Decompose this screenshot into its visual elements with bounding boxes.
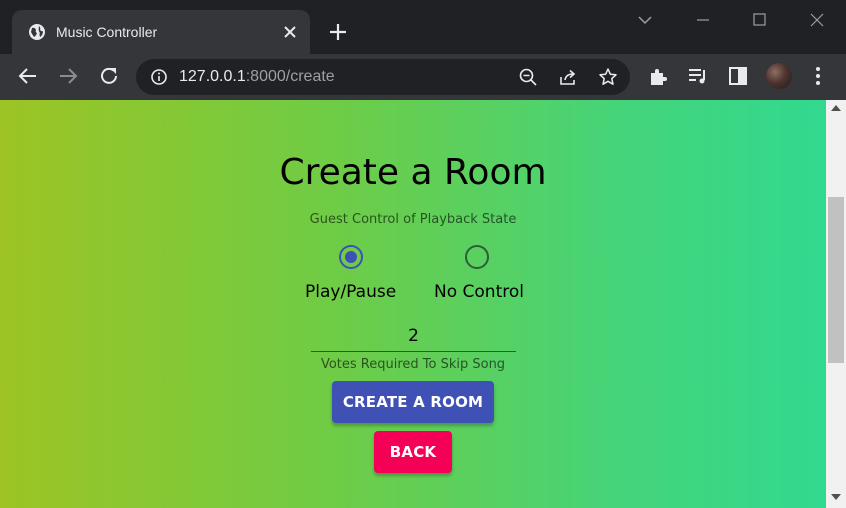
page-viewport: Create a Room Guest Control of Playback … — [0, 100, 826, 508]
guest-control-label: Guest Control of Playback State — [309, 212, 517, 227]
minimize-button[interactable] — [688, 8, 718, 32]
votes-input[interactable] — [311, 320, 516, 352]
create-room-button[interactable]: CREATE A ROOM — [332, 381, 494, 423]
address-bar[interactable]: 127.0.0.1:8000/create — [136, 59, 630, 95]
radio-no-control[interactable] — [465, 245, 489, 269]
close-icon — [284, 26, 296, 38]
side-panel-icon[interactable] — [726, 64, 750, 88]
browser-toolbar: 127.0.0.1:8000/create — [0, 54, 846, 100]
scroll-down-arrow-icon[interactable] — [831, 494, 841, 500]
share-icon[interactable] — [558, 67, 578, 87]
minimize-icon — [697, 19, 709, 21]
tab-search-button[interactable] — [630, 8, 660, 32]
profile-avatar[interactable] — [766, 63, 792, 89]
media-icon[interactable] — [686, 64, 710, 88]
forward-arrow-icon[interactable] — [56, 64, 80, 88]
new-tab-button[interactable] — [326, 20, 350, 44]
url-path: :8000/create — [245, 68, 335, 85]
maximize-icon — [753, 13, 766, 26]
scroll-thumb[interactable] — [828, 197, 844, 363]
radio-label-play-pause[interactable]: Play/Pause — [305, 282, 396, 302]
vertical-scrollbar[interactable] — [826, 100, 846, 508]
star-icon[interactable] — [598, 67, 618, 87]
browser-tab[interactable]: Music Controller — [12, 10, 310, 54]
maximize-button[interactable] — [744, 8, 774, 32]
page-title: Create a Room — [279, 152, 547, 193]
tab-title: Music Controller — [56, 24, 158, 40]
url-host: 127.0.0.1 — [179, 68, 246, 85]
window-close-button[interactable] — [802, 8, 832, 32]
radio-label-no-control[interactable]: No Control — [434, 282, 524, 302]
browser-titlebar: Music Controller — [0, 0, 846, 54]
plus-icon — [330, 24, 346, 40]
zoom-out-icon[interactable] — [518, 67, 538, 87]
back-arrow-icon[interactable] — [16, 64, 40, 88]
window-close-icon — [810, 13, 824, 27]
globe-icon — [29, 24, 45, 40]
back-button[interactable]: BACK — [374, 431, 452, 473]
info-icon[interactable] — [150, 68, 168, 86]
close-tab-button[interactable] — [280, 22, 300, 42]
radio-play-pause[interactable] — [339, 245, 363, 269]
reload-icon[interactable] — [97, 64, 121, 88]
more-icon[interactable] — [806, 64, 830, 88]
scroll-up-arrow-icon[interactable] — [831, 105, 841, 111]
votes-helper-text: Votes Required To Skip Song — [320, 357, 506, 372]
url-text[interactable]: 127.0.0.1:8000/create — [179, 68, 335, 86]
extensions-icon[interactable] — [646, 64, 670, 88]
chevron-down-icon — [638, 16, 652, 25]
